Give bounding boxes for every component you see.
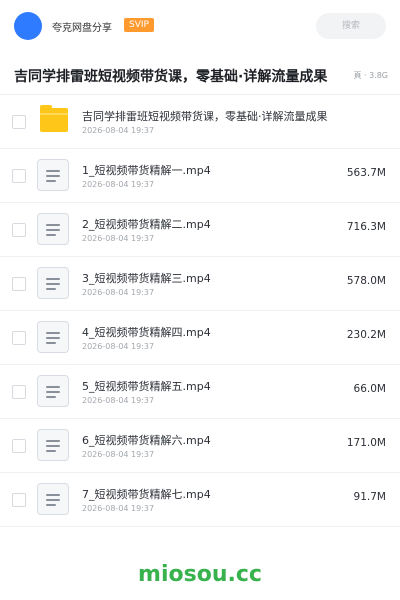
search-input[interactable]: 搜索 (316, 13, 386, 39)
item-date: 2026-08-04 19:37 (82, 180, 155, 189)
item-date: 2026-08-04 19:37 (82, 288, 155, 297)
item-checkbox[interactable] (12, 169, 26, 183)
header: 夸克网盘分享 SVIP 搜索 (0, 0, 400, 52)
item-date: 2026-08-04 19:37 (82, 450, 155, 459)
item-name: 1_短视频带货精解一.mp4 (82, 164, 211, 177)
video-file-icon (37, 429, 69, 461)
item-name: 7_短视频带货精解七.mp4 (82, 488, 211, 501)
item-checkbox[interactable] (12, 493, 26, 507)
owner-name: 夸克网盘分享 (52, 23, 112, 34)
share-title-bar: 吉同学排雷班短视频带货课，零基础·详解流量成果 頁 · 3.8G (0, 56, 400, 95)
video-file-icon (37, 159, 69, 191)
item-checkbox[interactable] (12, 115, 26, 129)
item-date: 2026-08-04 19:37 (82, 126, 155, 135)
item-date: 2026-08-04 19:37 (82, 234, 155, 243)
video-file-icon (37, 213, 69, 245)
file-list: 吉同学排雷班短视频带货课，零基础·详解流量成果 2026-08-04 19:37… (0, 95, 400, 527)
item-checkbox[interactable] (12, 385, 26, 399)
video-file-icon (37, 483, 69, 515)
video-file-icon (37, 267, 69, 299)
item-date: 2026-08-04 19:37 (82, 342, 155, 351)
item-date: 2026-08-04 19:37 (82, 396, 155, 405)
list-item[interactable]: 吉同学排雷班短视频带货课，零基础·详解流量成果 2026-08-04 19:37 (0, 95, 400, 149)
list-item[interactable]: 4_短视频带货精解四.mp4 2026-08-04 19:37 230.2M (0, 311, 400, 365)
share-meta: 頁 · 3.8G (350, 70, 388, 81)
item-size: 578.0M (346, 275, 386, 287)
item-size: 716.3M (346, 221, 386, 233)
item-size: 230.2M (346, 329, 386, 341)
video-file-icon (37, 375, 69, 407)
svip-badge: SVIP (124, 18, 154, 32)
item-size: 91.7M (353, 491, 386, 503)
footer: miosou.cc (0, 548, 400, 600)
list-item[interactable]: 5_短视频带货精解五.mp4 2026-08-04 19:37 66.0M (0, 365, 400, 419)
list-item[interactable]: 1_短视频带货精解一.mp4 2026-08-04 19:37 563.7M (0, 149, 400, 203)
list-item[interactable]: 6_短视频带货精解六.mp4 2026-08-04 19:37 171.0M (0, 419, 400, 473)
watermark-text: miosou.cc (138, 562, 262, 587)
list-item[interactable]: 2_短视频带货精解二.mp4 2026-08-04 19:37 716.3M (0, 203, 400, 257)
list-item[interactable]: 7_短视频带货精解七.mp4 2026-08-04 19:37 91.7M (0, 473, 400, 527)
video-file-icon (37, 321, 69, 353)
item-size: 66.0M (353, 383, 386, 395)
item-name: 4_短视频带货精解四.mp4 (82, 326, 211, 339)
item-checkbox[interactable] (12, 331, 26, 345)
share-title: 吉同学排雷班短视频带货课，零基础·详解流量成果 (14, 69, 328, 85)
item-name: 3_短视频带货精解三.mp4 (82, 272, 211, 285)
item-date: 2026-08-04 19:37 (82, 504, 155, 513)
item-size: 171.0M (346, 437, 386, 449)
item-name: 5_短视频带货精解五.mp4 (82, 380, 211, 393)
item-checkbox[interactable] (12, 223, 26, 237)
item-name: 吉同学排雷班短视频带货课，零基础·详解流量成果 (82, 110, 328, 123)
list-item[interactable]: 3_短视频带货精解三.mp4 2026-08-04 19:37 578.0M (0, 257, 400, 311)
item-size: 563.7M (346, 167, 386, 179)
item-checkbox[interactable] (12, 439, 26, 453)
folder-icon (40, 105, 68, 132)
item-name: 6_短视频带货精解六.mp4 (82, 434, 211, 447)
item-checkbox[interactable] (12, 277, 26, 291)
avatar[interactable] (14, 12, 42, 40)
item-name: 2_短视频带货精解二.mp4 (82, 218, 211, 231)
